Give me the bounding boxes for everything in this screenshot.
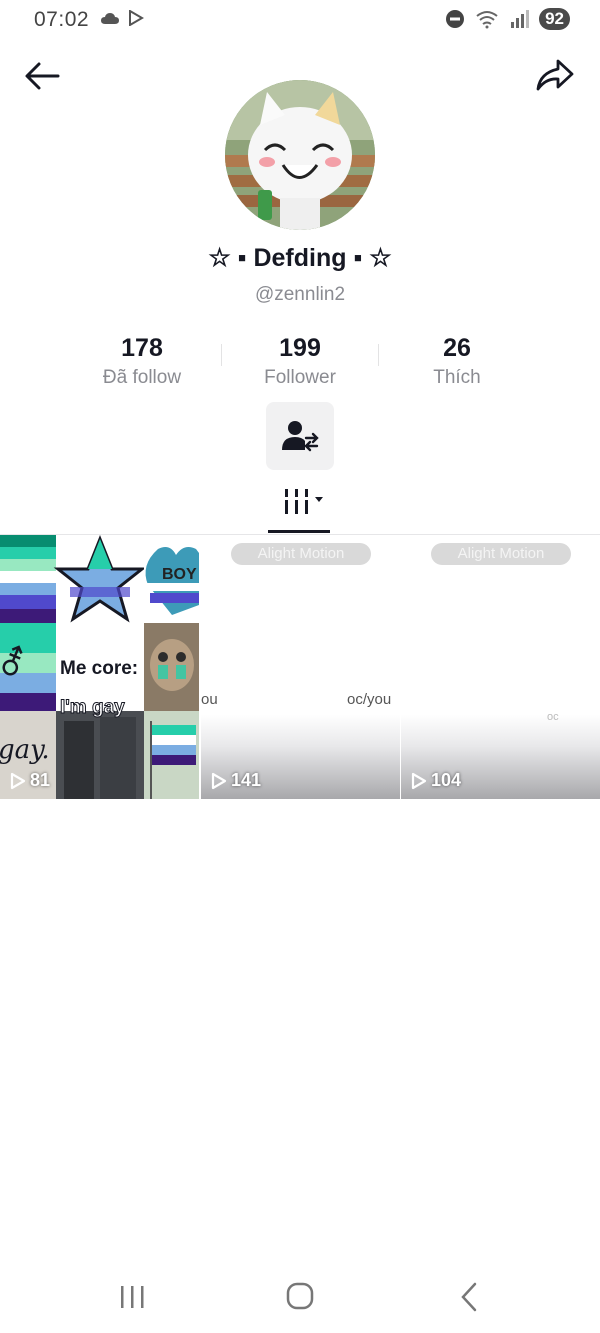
recent-apps-button[interactable] — [112, 1280, 152, 1314]
avatar[interactable] — [225, 80, 375, 230]
recent-apps-icon — [121, 1286, 144, 1308]
boy-heart-label: BOY — [147, 535, 199, 622]
arrow-left-icon — [25, 62, 60, 90]
status-time: 07:02 — [34, 8, 90, 31]
system-back-button[interactable] — [450, 1280, 490, 1314]
svg-text:⚦: ⚦ — [0, 644, 27, 684]
view-count: 104 — [411, 770, 461, 791]
cloud-icon — [101, 13, 119, 24]
share-arrow-icon — [536, 59, 574, 91]
user-swap-icon — [282, 421, 319, 452]
stat-following-value: 178 — [121, 334, 163, 362]
stat-followers-label: Follower — [264, 367, 336, 388]
alight-motion-watermark: Alight Motion — [231, 543, 371, 565]
stat-likes-label: Thích — [433, 367, 481, 388]
overlay-im-gay: I'm gay — [60, 697, 126, 719]
chevron-left-icon — [461, 1282, 477, 1312]
videos-tab[interactable] — [276, 487, 326, 519]
dnd-icon — [446, 10, 465, 28]
home-icon — [286, 1282, 314, 1310]
status-right-icons: 92 — [445, 8, 570, 30]
view-count-value: 81 — [30, 770, 51, 790]
play-icon — [411, 772, 427, 789]
username: @zennlin2 — [254, 284, 346, 305]
stat-followers-value: 199 — [279, 334, 321, 362]
view-count: 141 — [211, 770, 261, 791]
video-tile[interactable]: Alight Motion oc 104 — [401, 535, 600, 799]
home-button[interactable] — [280, 1280, 320, 1314]
stat-following[interactable]: 178 Đã follow — [57, 334, 227, 389]
view-count-value: 141 — [231, 770, 262, 790]
wifi-icon — [476, 11, 498, 29]
stat-following-label: Đã follow — [102, 367, 182, 388]
overlay-gay: gay. — [0, 735, 50, 765]
tab-active-indicator — [268, 530, 330, 533]
share-button[interactable] — [534, 56, 576, 96]
play-store-icon — [129, 10, 144, 26]
stat-likes-value: 26 — [443, 334, 471, 362]
video-tile[interactable]: Alight Motion ou oc/you 141 — [201, 535, 400, 799]
status-left-icons — [100, 10, 144, 26]
view-count: 81 — [10, 770, 50, 791]
stat-likes[interactable]: 26 Thích — [372, 334, 542, 389]
boy-text: BOY — [162, 566, 197, 583]
grid-columns-icon — [285, 489, 323, 514]
stat-followers[interactable]: 199 Follower — [215, 334, 385, 389]
suggested-accounts-button[interactable] — [266, 402, 334, 470]
video-tile[interactable]: ⚦ BOY Me core: I'm gay gay. 81 — [0, 535, 199, 799]
display-name: ☆ ▪ Defding ▪ ☆ — [208, 244, 392, 272]
video-caption: oc — [547, 711, 559, 723]
video-caption: oc/you — [347, 691, 392, 708]
play-icon — [10, 772, 26, 789]
back-button[interactable] — [22, 58, 62, 94]
play-icon — [211, 772, 227, 789]
view-count-value: 104 — [431, 770, 462, 790]
overlay-me-core: Me core: — [60, 658, 139, 679]
alight-motion-watermark: Alight Motion — [431, 543, 571, 565]
battery-icon: 92 — [539, 8, 570, 30]
video-caption-left: ou — [201, 691, 218, 708]
signal-icon — [511, 10, 530, 28]
avatar-image — [225, 80, 375, 230]
